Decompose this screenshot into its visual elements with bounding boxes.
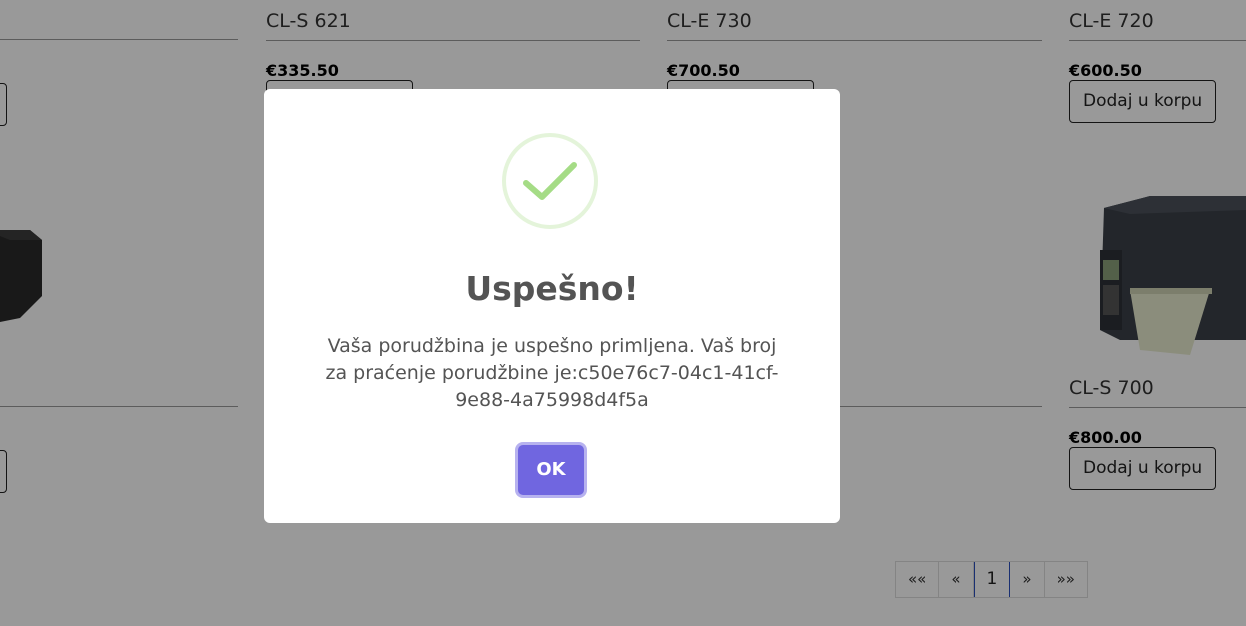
success-check-icon (502, 133, 598, 229)
page: CL-S 621 €335.50 Dodaj u korpu CL-E 730 … (0, 0, 1246, 626)
ok-button[interactable]: OK (518, 445, 584, 495)
dialog-title: Uspešno! (465, 269, 639, 308)
dialog-message: Vaša porudžbina je uspešno primljena. Va… (325, 335, 779, 411)
success-dialog: Uspešno! Vaša porudžbina je uspešno prim… (264, 89, 840, 523)
